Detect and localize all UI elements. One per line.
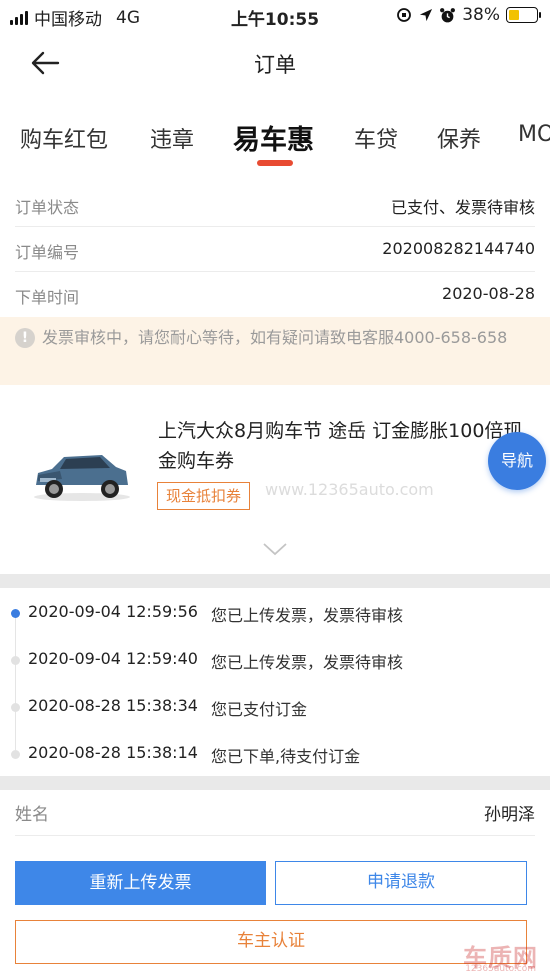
section-divider — [0, 776, 550, 790]
buyer-name-label: 姓名 — [15, 805, 49, 825]
timeline-item: 2020-09-04 12:59:40 您已上传发票，发票待审核 — [0, 647, 550, 677]
tab-more[interactable]: MO — [518, 122, 550, 147]
exclamation-circle-icon: ! — [15, 328, 35, 348]
order-time-row: 下单时间 2020-08-28 — [15, 272, 535, 317]
category-tabs: 购车红包 违章 易车惠 车贷 保养 MO — [0, 110, 550, 170]
timeline-dot — [11, 750, 20, 759]
order-status-label: 订单状态 — [15, 198, 80, 217]
active-tab-indicator — [257, 160, 293, 166]
product-card[interactable]: 上汽大众8月购车节 途岳 订金膨胀100倍现金购车券 现金抵扣券 www.123… — [0, 400, 550, 570]
order-time-value: 2020-08-28 — [442, 284, 535, 303]
order-status-value: 已支付、发票待审核 — [390, 198, 535, 217]
order-number-row: 订单编号 202008282144740 — [15, 227, 535, 272]
order-status-row: 订单状态 已支付、发票待审核 — [15, 182, 535, 227]
order-number-label: 订单编号 — [15, 243, 80, 262]
timeline-item: 2020-08-28 15:38:34 您已支付订金 — [0, 694, 550, 724]
timeline-dot — [11, 703, 20, 712]
battery-icon — [506, 7, 541, 23]
tab-yichehui[interactable]: 易车惠 — [233, 118, 314, 157]
tab-car-red-packet[interactable]: 购车红包 — [20, 122, 108, 154]
rotation-lock-icon — [397, 8, 412, 22]
nav-bar: 订单 — [0, 32, 550, 94]
battery-percent: 38% — [462, 5, 500, 25]
buyer-name-value: 孙明泽 — [484, 805, 535, 825]
car-image — [34, 455, 130, 501]
tab-maintenance[interactable]: 保养 — [437, 122, 481, 154]
timeline-desc: 您已上传发票，发票待审核 — [211, 653, 404, 672]
timeline-line — [15, 610, 16, 750]
product-title: 上汽大众8月购车节 途岳 订金膨胀100倍现金购车券 — [158, 420, 523, 472]
site-logo-watermark: 车质网 12365auto.com — [448, 938, 538, 976]
notice-text: 发票审核中，请您耐心等待，如有疑问请致电客服4000-658-658 — [42, 328, 508, 347]
chevron-down-icon[interactable] — [262, 540, 288, 558]
section-divider — [0, 574, 550, 588]
watermark-text: www.12365auto.com — [265, 480, 434, 499]
order-timeline: 2020-09-04 12:59:56 您已上传发票，发票待审核 2020-09… — [0, 588, 550, 776]
timeline-time: 2020-08-28 15:38:34 — [28, 696, 198, 715]
coupon-tag: 现金抵扣券 — [157, 482, 251, 510]
timeline-desc: 您已支付订金 — [211, 700, 308, 719]
timeline-time: 2020-08-28 15:38:14 — [28, 743, 198, 762]
timeline-time: 2020-09-04 12:59:56 — [28, 602, 198, 621]
logo-url: 12365auto.com — [465, 964, 536, 974]
timeline-dot — [11, 656, 20, 665]
timeline-time: 2020-09-04 12:59:40 — [28, 649, 198, 668]
timeline-desc: 您已上传发票，发票待审核 — [211, 606, 404, 625]
timeline-dot — [11, 609, 20, 618]
tab-car-loan[interactable]: 车贷 — [354, 122, 398, 154]
alarm-icon — [440, 7, 456, 22]
reupload-invoice-button[interactable]: 重新上传发票 — [15, 861, 266, 905]
timeline-item: 2020-08-28 15:38:14 您已下单,待支付订金 — [0, 741, 550, 771]
location-arrow-icon — [420, 8, 433, 21]
order-time-label: 下单时间 — [15, 288, 80, 307]
status-bar: 中国移动 4G 上午10:55 38% — [0, 0, 550, 32]
invoice-notice: ! 发票审核中，请您耐心等待，如有疑问请致电客服4000-658-658 — [0, 317, 550, 385]
timeline-desc: 您已下单,待支付订金 — [211, 747, 361, 766]
buyer-name-row: 姓名 孙明泽 — [15, 792, 535, 836]
order-number-value: 202008282144740 — [382, 239, 535, 258]
tab-violations[interactable]: 违章 — [150, 122, 194, 154]
timeline-item: 2020-09-04 12:59:56 您已上传发票，发票待审核 — [0, 600, 550, 630]
navigate-button[interactable]: 导航 — [488, 432, 546, 490]
request-refund-button[interactable]: 申请退款 — [275, 861, 527, 905]
page-title: 订单 — [254, 53, 296, 77]
